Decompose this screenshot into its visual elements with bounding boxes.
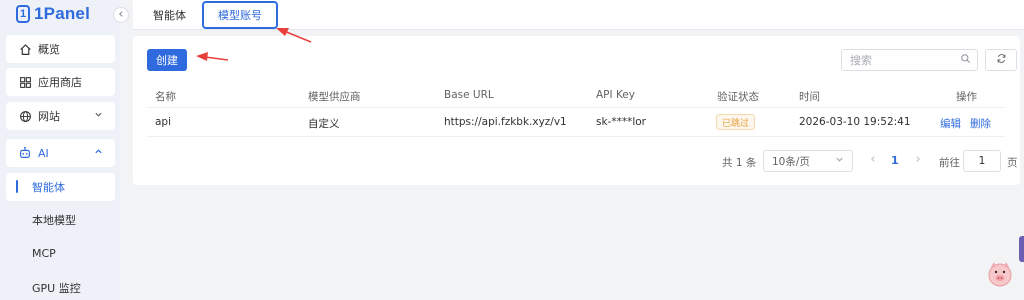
cell-api-key: sk-****lor xyxy=(596,116,646,128)
delete-link[interactable]: 删除 xyxy=(970,116,991,131)
sidebar-item-app-store[interactable]: 应用商店 xyxy=(6,68,115,96)
column-header-status: 验证状态 xyxy=(717,91,759,103)
chevron-up-icon xyxy=(94,147,103,159)
logo-text: 1Panel xyxy=(34,4,91,23)
status-badge: 已跳过 xyxy=(716,114,756,130)
sidebar-subitem-label: GPU 监控 xyxy=(32,282,81,295)
tab-header: 智能体 模型账号 xyxy=(133,0,1024,30)
robot-icon xyxy=(18,146,32,160)
search-input[interactable]: 搜索 xyxy=(841,49,978,71)
cell-base-url: https://api.fzkbk.xyz/v1 xyxy=(444,116,567,128)
sidebar-item-ai[interactable]: AI xyxy=(6,139,115,167)
search-icon[interactable] xyxy=(960,53,971,67)
sidebar-subitem-label: 智能体 xyxy=(32,181,65,194)
page-number[interactable]: 1 xyxy=(891,154,899,167)
sidebar-item-website[interactable]: 网站 xyxy=(6,102,115,130)
sidebar-subitem-agent[interactable]: 智能体 xyxy=(6,173,115,201)
cell-provider: 自定义 xyxy=(308,118,340,130)
pagination-total: 共 1 条 xyxy=(722,157,757,169)
home-icon xyxy=(18,42,32,56)
sidebar: 1 1Panel 概览 应用商店 网站 AI 智能体 本地模型 MCP GPU … xyxy=(0,0,120,300)
pig-mascot-icon[interactable] xyxy=(984,258,1016,290)
goto-page-input[interactable]: 1 xyxy=(963,150,1001,172)
side-panel-tab[interactable] xyxy=(1019,236,1024,262)
chevron-down-icon xyxy=(94,110,103,122)
globe-icon xyxy=(18,109,32,123)
sidebar-item-label: AI xyxy=(38,146,49,160)
cell-name: api xyxy=(155,116,172,128)
sidebar-subitem-local-model[interactable]: 本地模型 xyxy=(0,206,115,234)
sidebar-subitem-mcp[interactable]: MCP xyxy=(0,239,115,267)
create-button[interactable]: 创建 xyxy=(147,49,187,71)
goto-label: 前往 xyxy=(939,157,960,169)
sidebar-subitem-gpu-monitor[interactable]: GPU 监控 xyxy=(0,274,115,300)
column-header-time: 时间 xyxy=(799,91,820,103)
table-divider xyxy=(147,107,1005,108)
refresh-icon xyxy=(996,53,1007,67)
next-page-icon[interactable] xyxy=(914,154,922,167)
active-indicator xyxy=(16,180,18,193)
column-header-base-url: Base URL xyxy=(444,89,494,101)
cell-time: 2026-03-10 19:52:41 xyxy=(799,116,911,128)
edit-link[interactable]: 编辑 xyxy=(940,116,961,131)
tab-agent[interactable]: 智能体 xyxy=(153,0,186,30)
column-header-api-key: API Key xyxy=(596,89,635,101)
tab-model-account[interactable]: 模型账号 xyxy=(202,1,278,29)
prev-page-icon[interactable] xyxy=(869,154,877,167)
chevron-down-icon xyxy=(835,155,844,167)
column-header-provider: 模型供应商 xyxy=(308,91,361,103)
sidebar-subitem-label: 本地模型 xyxy=(32,214,76,227)
sidebar-item-label: 网站 xyxy=(38,110,60,123)
refresh-button[interactable] xyxy=(985,49,1017,71)
sidebar-item-label: 概览 xyxy=(38,43,60,56)
grid-icon xyxy=(18,75,32,89)
page-unit-label: 页 xyxy=(1007,157,1018,169)
sidebar-item-label: 应用商店 xyxy=(38,76,82,89)
logo-mark-icon: 1 xyxy=(16,5,30,23)
page-size-select[interactable]: 10条/页 xyxy=(763,150,853,172)
logo[interactable]: 1 1Panel xyxy=(16,3,90,25)
page-size-value: 10条/页 xyxy=(772,155,810,168)
sidebar-subitem-label: MCP xyxy=(32,246,56,260)
collapse-sidebar-button[interactable] xyxy=(113,7,129,23)
search-placeholder: 搜索 xyxy=(850,54,872,67)
chevron-left-icon xyxy=(117,10,125,21)
content-card: 创建 搜索 名称 模型供应商 Base URL API Key 验证状态 时间 … xyxy=(133,36,1020,185)
sidebar-item-overview[interactable]: 概览 xyxy=(6,35,115,63)
column-header-name: 名称 xyxy=(155,91,176,103)
table-divider xyxy=(147,136,1005,137)
column-header-actions: 操作 xyxy=(956,91,977,103)
